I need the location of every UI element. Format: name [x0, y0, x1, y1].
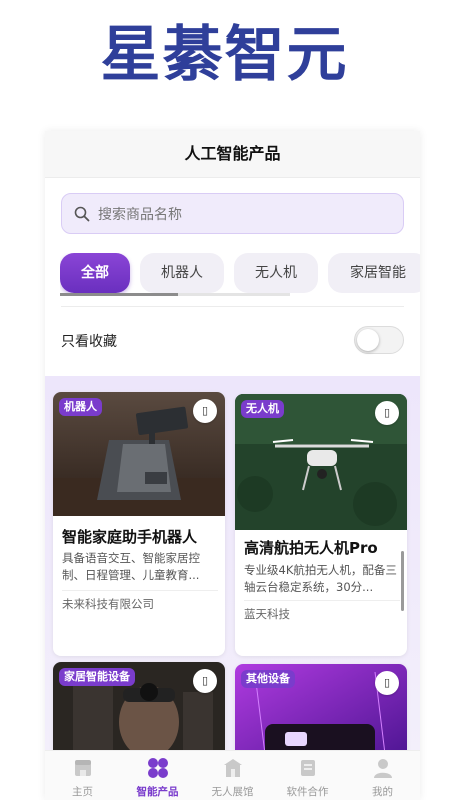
tabbar-showroom[interactable]: 无人展馆: [195, 751, 270, 800]
tab-all[interactable]: 全部: [60, 253, 130, 293]
product-card[interactable]: 其他设备 ▯: [235, 664, 407, 764]
tabbar-home[interactable]: 主页: [45, 751, 120, 800]
tabbar-label: 我的: [372, 786, 393, 798]
home-icon: [75, 760, 91, 776]
product-title: 高清航拍无人机Pro: [244, 539, 378, 557]
bookmark-icon[interactable]: ▯: [193, 669, 217, 693]
brand-title: 星綦智元: [100, 20, 349, 90]
tabs-scrollbar[interactable]: [60, 293, 290, 296]
product-card[interactable]: 家居智能设备 ▯: [53, 662, 225, 762]
tab-smart-home[interactable]: 家居智能: [328, 253, 420, 293]
product-tag: 其他设备: [241, 670, 295, 688]
product-company: 蓝天科技: [244, 607, 290, 621]
bookmark-icon[interactable]: ▯: [375, 401, 399, 425]
tabbar-label: 智能产品: [136, 786, 179, 798]
product-company: 未来科技有限公司: [62, 597, 154, 611]
search-input[interactable]: [96, 194, 390, 235]
favorites-label: 只看收藏: [61, 334, 117, 350]
divider: [61, 306, 404, 307]
grid-scrollbar[interactable]: [401, 551, 404, 611]
product-description: 具备语音交互、智能家居控制、日程管理、儿童教育...: [62, 551, 200, 582]
category-tabs: 全部 机器人 无人机 家居智能: [60, 253, 420, 295]
user-icon: [374, 759, 392, 778]
search-icon: [74, 206, 90, 222]
product-tag: 家居智能设备: [59, 668, 135, 686]
tab-drone[interactable]: 无人机: [234, 253, 318, 293]
tabbar-cooperation[interactable]: 软件合作: [270, 751, 345, 800]
bottom-tab-bar: 主页 智能产品 无人展馆 软件合作 我的: [45, 750, 420, 800]
tabbar-label: 主页: [72, 786, 93, 798]
card-divider: [62, 590, 218, 591]
grid-icon: [148, 758, 168, 778]
page-title: 人工智能产品: [45, 131, 420, 178]
tabbar-mine[interactable]: 我的: [345, 751, 420, 800]
tab-robot[interactable]: 机器人: [140, 253, 224, 293]
search-bar[interactable]: [61, 193, 404, 235]
product-description: 专业级4K航拍无人机，配备三轴云台稳定系统，30分...: [244, 563, 397, 594]
favorites-toggle[interactable]: [354, 326, 404, 354]
product-tag: 无人机: [241, 400, 284, 418]
product-card[interactable]: 机器人 ▯ 智能家庭助手机器人 具备语音交互、智能家居控制、日程管理、儿童教育.…: [53, 392, 225, 656]
store-icon: [224, 759, 242, 777]
tabbar-label: 软件合作: [286, 786, 329, 798]
bookmark-icon[interactable]: ▯: [375, 671, 399, 695]
product-tag: 机器人: [59, 398, 102, 416]
product-title: 智能家庭助手机器人: [62, 528, 198, 546]
favorites-row: 只看收藏: [61, 321, 404, 359]
bookmark-icon[interactable]: ▯: [193, 399, 217, 423]
handshake-icon: [301, 760, 315, 776]
toggle-knob: [357, 329, 379, 351]
tabbar-products[interactable]: 智能产品: [120, 751, 195, 800]
app-screen: 人工智能产品 全部 机器人 无人机 家居智能 只看收藏: [45, 131, 420, 800]
card-divider: [244, 600, 400, 601]
tabbar-label: 无人展馆: [211, 786, 254, 798]
product-card[interactable]: 无人机 ▯ 高清航拍无人机Pro 专业级4K航拍无人机，配备三轴云台稳定系统，3…: [235, 394, 407, 656]
tabs-scrollbar-thumb[interactable]: [60, 293, 178, 296]
